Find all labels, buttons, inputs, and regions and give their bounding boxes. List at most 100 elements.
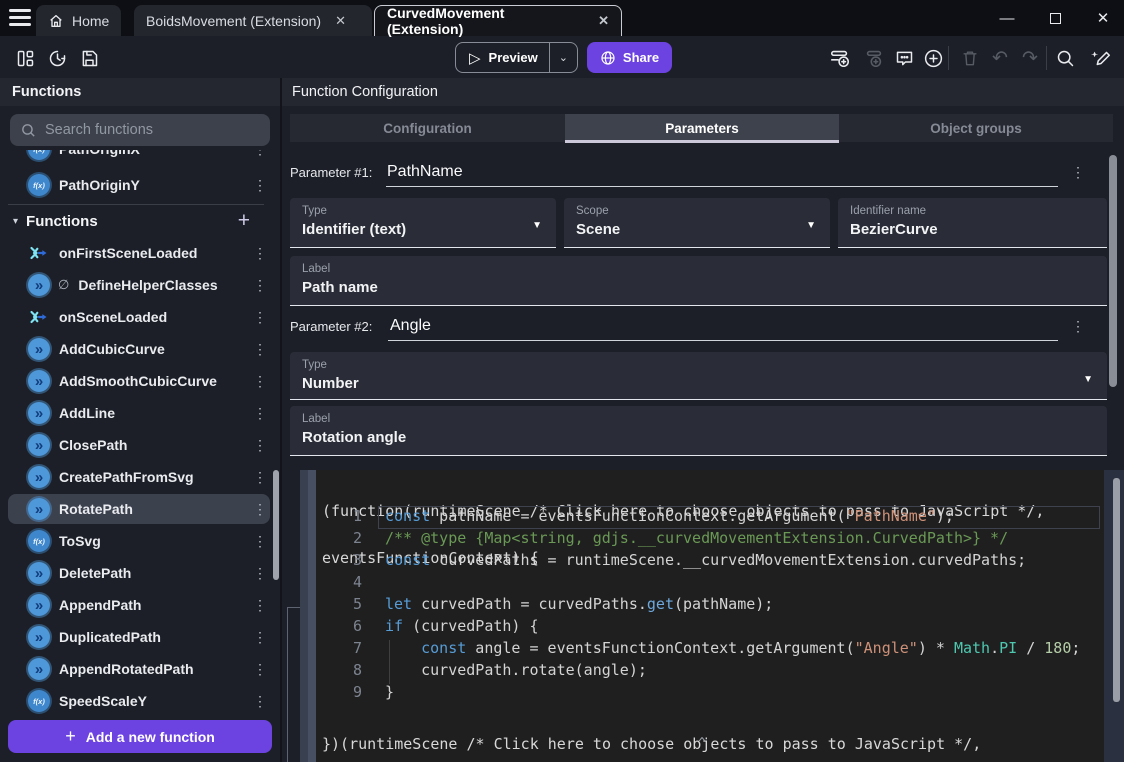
menu-hamburger-icon[interactable] bbox=[9, 9, 31, 27]
sidebar-item-DuplicatedPath[interactable]: »DuplicatedPath⋮ bbox=[8, 622, 270, 652]
code-line-9[interactable]: 9} bbox=[322, 681, 394, 703]
code-event-drag-handle[interactable] bbox=[308, 470, 316, 762]
sidebar-item-DeletePath[interactable]: »DeletePath⋮ bbox=[8, 558, 270, 588]
sidebar-item-AppendPath[interactable]: »AppendPath⋮ bbox=[8, 590, 270, 620]
code-line-3[interactable]: 3const curvedPaths = runtimeScene.__curv… bbox=[322, 549, 1026, 571]
item-menu-icon[interactable]: ⋮ bbox=[250, 245, 270, 262]
sidebar-item-AddSmoothCubicCurve[interactable]: »AddSmoothCubicCurve⋮ bbox=[8, 366, 270, 396]
parameter-1-menu-icon[interactable]: ⋮ bbox=[1068, 164, 1088, 181]
tab-close-icon[interactable]: ✕ bbox=[598, 13, 609, 29]
comment-icon[interactable] bbox=[892, 46, 916, 70]
sidebar-item-CreatePathFromSvg[interactable]: »CreatePathFromSvg⋮ bbox=[8, 462, 270, 492]
sidebar-item-AddLine[interactable]: »AddLine⋮ bbox=[8, 398, 270, 428]
sidebar-item-SpeedScaleY[interactable]: f(x)SpeedScaleY⋮ bbox=[8, 686, 270, 714]
sidebar-item-ClosePath[interactable]: »ClosePath⋮ bbox=[8, 430, 270, 460]
functions-group-header[interactable]: ▾ Functions + bbox=[0, 206, 272, 236]
code-line-8[interactable]: 8 curvedPath.rotate(angle); bbox=[322, 659, 647, 681]
group-collapse-icon[interactable]: ▾ bbox=[13, 216, 18, 227]
function-name: ToSvg bbox=[59, 533, 250, 549]
tab-object-groups[interactable]: Object groups bbox=[839, 114, 1113, 142]
param1-label-input[interactable]: Label Path name bbox=[290, 256, 1107, 306]
action-function-icon: » bbox=[28, 626, 50, 648]
sidebar-item-onSceneLoaded[interactable]: onSceneLoaded⋮ bbox=[8, 302, 270, 332]
redo-icon[interactable]: ↷ bbox=[1018, 46, 1042, 70]
item-menu-icon[interactable]: ⋮ bbox=[250, 501, 270, 518]
project-manager-icon[interactable] bbox=[13, 46, 37, 70]
share-button[interactable]: Share bbox=[587, 42, 672, 73]
code-line-2[interactable]: 2/** @type {Map<string, gdjs.__curvedMov… bbox=[322, 527, 1008, 549]
item-menu-icon[interactable]: ⋮ bbox=[250, 437, 270, 454]
item-menu-icon[interactable]: ⋮ bbox=[250, 693, 270, 710]
add-sub-event-icon[interactable] bbox=[862, 46, 886, 70]
param1-identifier-input[interactable]: Identifier name BezierCurve bbox=[838, 198, 1107, 248]
code-line-4[interactable]: 4 bbox=[322, 571, 385, 593]
code-line-6[interactable]: 6if (curvedPath) { bbox=[322, 615, 539, 637]
save-icon[interactable] bbox=[77, 46, 101, 70]
param1-scope-select[interactable]: Scope Scene ▼ bbox=[564, 198, 830, 248]
window-maximize-button[interactable] bbox=[1040, 6, 1070, 30]
edit-wand-icon[interactable] bbox=[1089, 46, 1113, 70]
parameter-2-menu-icon[interactable]: ⋮ bbox=[1068, 318, 1088, 335]
undo-icon[interactable]: ↶ bbox=[988, 46, 1012, 70]
code-wrapper-footer: })(runtimeScene /* Click here to choose … bbox=[322, 706, 981, 762]
sidebar-item-PathOriginX[interactable]: f(x)PathOriginX⋮ bbox=[8, 150, 270, 164]
code-line-1[interactable]: 1 const pathName = eventsFunctionContext.… bbox=[322, 505, 954, 527]
sidebar-item-DefineHelperClasses[interactable]: »∅DefineHelperClasses⋮ bbox=[8, 270, 270, 300]
plus-icon: + bbox=[65, 726, 76, 747]
tab-boidsmovement[interactable]: BoidsMovement (Extension) ✕ bbox=[134, 5, 372, 36]
trash-icon[interactable] bbox=[958, 46, 982, 70]
sidebar-item-PathOriginY[interactable]: f(x)PathOriginY⋮ bbox=[8, 170, 270, 200]
tab-home[interactable]: Home bbox=[36, 5, 121, 36]
item-menu-icon[interactable]: ⋮ bbox=[250, 661, 270, 678]
sidebar-item-AppendRotatedPath[interactable]: »AppendRotatedPath⋮ bbox=[8, 654, 270, 684]
sidebar-item-AddCubicCurve[interactable]: »AddCubicCurve⋮ bbox=[8, 334, 270, 364]
tab-close-icon[interactable]: ✕ bbox=[335, 13, 346, 29]
line-number: 1 bbox=[322, 507, 362, 525]
search-input[interactable] bbox=[45, 122, 245, 138]
code-line-7[interactable]: 7 const angle = eventsFunctionContext.ge… bbox=[322, 637, 1080, 659]
item-menu-icon[interactable]: ⋮ bbox=[250, 469, 270, 486]
parameter-2-name-input[interactable]: Angle bbox=[390, 317, 431, 335]
window-minimize-button[interactable]: — bbox=[992, 6, 1022, 30]
item-menu-icon[interactable]: ⋮ bbox=[250, 629, 270, 646]
param2-type-select[interactable]: Type Number ▼ bbox=[290, 352, 1107, 400]
preview-button[interactable]: ▷ Preview ⌄ bbox=[455, 42, 578, 73]
sidebar-scrollbar[interactable] bbox=[273, 470, 279, 580]
add-circle-icon[interactable] bbox=[921, 46, 945, 70]
history-icon[interactable] bbox=[45, 46, 69, 70]
code-collapse-caret[interactable]: ^ bbox=[690, 736, 714, 751]
tab-parameters[interactable]: Parameters bbox=[565, 114, 839, 142]
item-menu-icon[interactable]: ⋮ bbox=[250, 309, 270, 326]
param1-type-select[interactable]: Type Identifier (text) ▼ bbox=[290, 198, 556, 248]
item-menu-icon[interactable]: ⋮ bbox=[250, 565, 270, 582]
item-menu-icon[interactable]: ⋮ bbox=[250, 177, 270, 194]
add-event-icon[interactable] bbox=[828, 46, 852, 70]
code-editor-scrollbar[interactable] bbox=[1113, 478, 1120, 702]
tab-configuration[interactable]: Configuration bbox=[290, 114, 565, 142]
sidebar-item-onFirstSceneLoaded[interactable]: onFirstSceneLoaded⋮ bbox=[8, 238, 270, 268]
add-new-function-button[interactable]: + Add a new function bbox=[8, 720, 272, 753]
line-content: const curvedPaths = runtimeScene.__curve… bbox=[385, 551, 1026, 569]
search-functions-box[interactable] bbox=[10, 114, 270, 146]
parameters-scrollbar[interactable] bbox=[1109, 155, 1117, 387]
item-menu-icon[interactable]: ⋮ bbox=[250, 533, 270, 550]
chevron-down-icon[interactable]: ⌄ bbox=[550, 51, 577, 64]
parameter-1-name-input[interactable]: PathName bbox=[387, 163, 463, 181]
item-menu-icon[interactable]: ⋮ bbox=[250, 150, 270, 158]
code-line-5[interactable]: 5let curvedPath = curvedPaths.get(pathNa… bbox=[322, 593, 773, 615]
window-close-button[interactable]: ✕ bbox=[1088, 6, 1118, 30]
item-menu-icon[interactable]: ⋮ bbox=[250, 597, 270, 614]
add-function-icon[interactable]: + bbox=[238, 209, 250, 233]
tab-curvedmovement[interactable]: CurvedMovement (Extension) ✕ bbox=[374, 5, 622, 36]
line-content: let curvedPath = curvedPaths.get(pathNam… bbox=[385, 595, 773, 613]
param2-label-input[interactable]: Label Rotation angle bbox=[290, 406, 1107, 456]
item-menu-icon[interactable]: ⋮ bbox=[250, 341, 270, 358]
item-menu-icon[interactable]: ⋮ bbox=[250, 405, 270, 422]
item-menu-icon[interactable]: ⋮ bbox=[250, 373, 270, 390]
sidebar-item-RotatePath[interactable]: »RotatePath⋮ bbox=[8, 494, 270, 524]
expression-function-icon: f(x) bbox=[28, 530, 50, 552]
line-content: const pathName = eventsFunctionContext.g… bbox=[385, 507, 954, 525]
item-menu-icon[interactable]: ⋮ bbox=[250, 277, 270, 294]
sidebar-item-ToSvg[interactable]: f(x) ToSvg⋮ bbox=[8, 526, 270, 556]
search-icon[interactable] bbox=[1053, 46, 1077, 70]
